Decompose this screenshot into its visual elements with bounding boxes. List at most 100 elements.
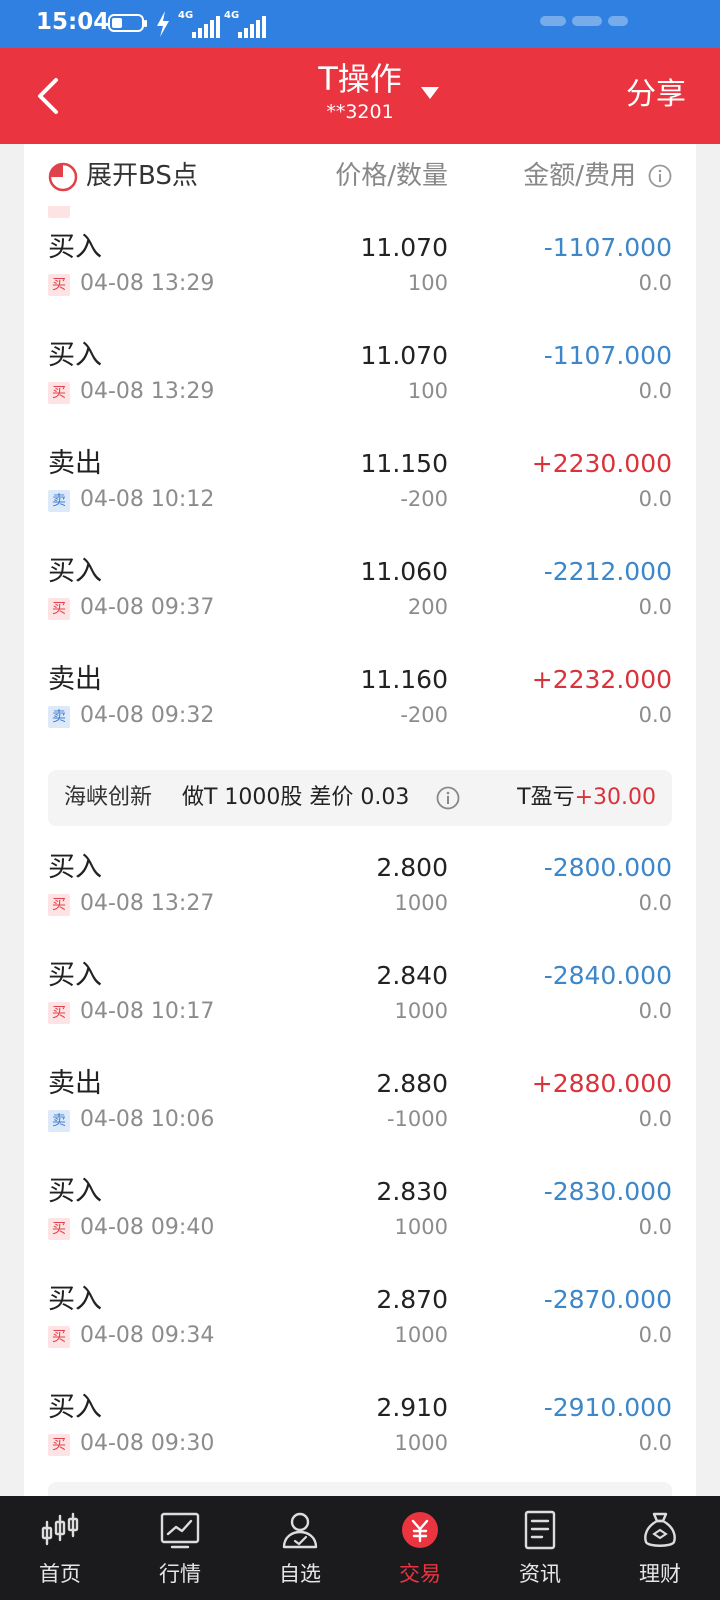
trade-row[interactable]: 买入 买 04-08 10:17 2.840 1000 -2840.000 0.…	[24, 946, 696, 1054]
buy-badge: 买	[48, 382, 70, 404]
trade-row[interactable]: 买入 买 04-08 13:29 11.070 100 -1107.000 0.…	[24, 326, 696, 434]
trade-row[interactable]: 卖出 卖 04-08 10:06 2.880 -1000 +2880.000 0…	[24, 1054, 696, 1162]
back-icon[interactable]	[30, 74, 70, 118]
nav-label: 理财	[639, 1562, 681, 1586]
stock-name: 海峡创新	[64, 785, 153, 810]
info-icon[interactable]	[648, 164, 672, 188]
trade-row[interactable]: 买入 买 04-08 09:34 2.870 1000 -2870.000 0.…	[24, 1270, 696, 1378]
trade-action: 买入	[48, 1284, 102, 1315]
trade-datetime: 04-08 10:17	[80, 999, 215, 1024]
t-trade-summary[interactable]: 海峡创新 做T 1000股 差价 0.03 T盈亏+30.00	[48, 770, 672, 826]
nav-wealth[interactable]: 理财	[600, 1496, 720, 1600]
app-header: T操作 **3201 分享	[0, 48, 720, 144]
trade-row[interactable]: 卖出 卖 04-08 10:12 11.150 -200 +2230.000 0…	[24, 434, 696, 542]
trade-action: 买入	[48, 960, 102, 991]
trade-yuan-icon	[402, 1512, 438, 1548]
signal-icon: 4G	[178, 10, 226, 38]
trade-quantity: -200	[400, 703, 448, 727]
trade-fee: 0.0	[638, 271, 672, 295]
nav-label: 行情	[159, 1562, 201, 1586]
sell-badge: 卖	[48, 706, 70, 728]
column-price-qty: 价格/数量	[335, 161, 448, 191]
trade-fee: 0.0	[638, 379, 672, 403]
trade-row[interactable]: 买入 买 04-08 09:37 11.060 200 -2212.000 0.…	[24, 542, 696, 650]
status-notification-icons	[540, 16, 630, 30]
nav-label: 自选	[279, 1562, 321, 1586]
nav-home[interactable]: 首页	[0, 1496, 120, 1600]
trade-price: 11.070	[360, 341, 448, 370]
trade-price: 2.880	[376, 1069, 448, 1098]
trade-datetime: 04-08 13:27	[80, 891, 215, 916]
trade-datetime: 04-08 13:29	[80, 271, 215, 296]
trade-action: 买入	[48, 232, 102, 263]
trade-amount: +2880.000	[531, 1069, 672, 1098]
trade-row[interactable]: 买入 买 04-08 13:29 11.070 100 -1107.000 0.…	[24, 218, 696, 326]
charging-icon	[157, 11, 169, 37]
trade-price: 2.910	[376, 1393, 448, 1422]
trade-price: 2.800	[376, 853, 448, 882]
trade-datetime: 04-08 09:30	[80, 1431, 215, 1456]
nav-market[interactable]: 行情	[120, 1496, 240, 1600]
trade-price: 11.060	[360, 557, 448, 586]
trade-action: 买入	[48, 340, 102, 371]
home-candlestick-icon	[41, 1512, 79, 1546]
status-time: 15:04	[36, 9, 110, 35]
trade-amount: +2230.000	[531, 449, 672, 478]
trade-amount: -1107.000	[543, 341, 672, 370]
trade-fee: 0.0	[638, 999, 672, 1023]
nav-label: 交易	[399, 1562, 441, 1586]
nav-news[interactable]: 资讯	[480, 1496, 600, 1600]
trade-datetime: 04-08 10:12	[80, 487, 215, 512]
nav-label: 资讯	[519, 1562, 561, 1586]
trade-amount: -2830.000	[543, 1177, 672, 1206]
trade-datetime: 04-08 09:37	[80, 595, 215, 620]
trade-price: 2.870	[376, 1285, 448, 1314]
trade-price: 11.150	[360, 449, 448, 478]
trade-quantity: 1000	[394, 891, 448, 915]
sell-badge: 卖	[48, 1110, 70, 1132]
partially-hidden-row	[48, 206, 228, 218]
title-block[interactable]: T操作 **3201	[210, 58, 510, 124]
trade-price: 2.840	[376, 961, 448, 990]
trade-datetime: 04-08 09:32	[80, 703, 215, 728]
share-button[interactable]: 分享	[626, 74, 686, 116]
info-icon[interactable]	[436, 786, 460, 810]
bottom-nav: 首页 行情 自选 交易 资讯 理财	[0, 1496, 720, 1600]
buy-badge	[48, 206, 70, 218]
t-profit-loss-value: +30.00	[574, 785, 656, 810]
trade-amount: -2910.000	[543, 1393, 672, 1422]
trade-fee: 0.0	[638, 1323, 672, 1347]
trade-action: 卖出	[48, 448, 102, 479]
trade-row[interactable]: 卖出 卖 04-08 09:32 11.160 -200 +2232.000 0…	[24, 650, 696, 758]
trade-amount: -2800.000	[543, 853, 672, 882]
expand-bs-points-toggle[interactable]: 展开BS点	[86, 158, 198, 194]
trade-price: 2.830	[376, 1177, 448, 1206]
buy-badge: 买	[48, 598, 70, 620]
buy-badge: 买	[48, 1002, 70, 1024]
t-trade-description: 做T 1000股 差价 0.03	[182, 785, 410, 810]
trade-fee: 0.0	[638, 1107, 672, 1131]
sell-badge: 卖	[48, 490, 70, 512]
signal-icon: 4G	[224, 10, 272, 38]
trade-row[interactable]: 买入 买 04-08 13:27 2.800 1000 -2800.000 0.…	[24, 838, 696, 946]
t-profit-loss: T盈亏+30.00	[517, 785, 656, 810]
trade-fee: 0.0	[638, 595, 672, 619]
trade-quantity: -200	[400, 487, 448, 511]
page-title: T操作	[318, 60, 402, 98]
trade-fee: 0.0	[638, 891, 672, 915]
pie-chart-icon[interactable]	[48, 162, 78, 192]
trade-fee: 0.0	[638, 703, 672, 727]
trade-quantity: 1000	[394, 1431, 448, 1455]
trade-datetime: 04-08 09:34	[80, 1323, 215, 1348]
trade-row[interactable]: 买入 买 04-08 09:40 2.830 1000 -2830.000 0.…	[24, 1162, 696, 1270]
trade-action: 买入	[48, 556, 102, 587]
battery-icon	[108, 14, 147, 32]
buy-badge: 买	[48, 1434, 70, 1456]
nav-watchlist[interactable]: 自选	[240, 1496, 360, 1600]
trade-row[interactable]: 买入 买 04-08 09:30 2.910 1000 -2910.000 0.…	[24, 1378, 696, 1486]
trade-amount: -2212.000	[543, 557, 672, 586]
trade-group-1: 买入 买 04-08 13:29 11.070 100 -1107.000 0.…	[24, 218, 696, 1486]
dropdown-triangle-icon[interactable]	[420, 86, 440, 100]
nav-trade[interactable]: 交易	[360, 1496, 480, 1600]
buy-badge: 买	[48, 1218, 70, 1240]
